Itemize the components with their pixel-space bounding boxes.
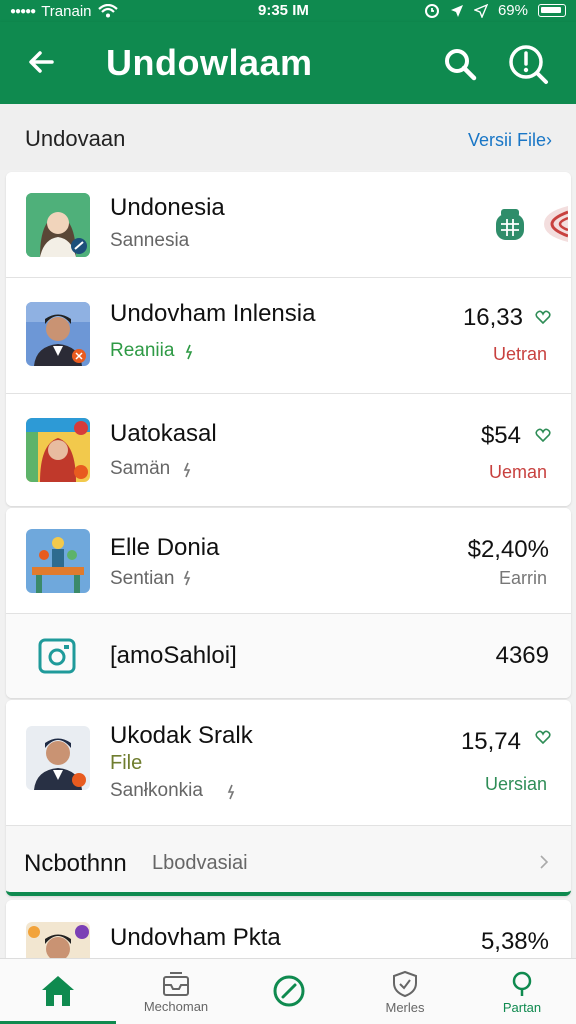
- item-name: [amoSahloi]: [110, 642, 237, 669]
- status-bar: ●●●●● Tranain 9:35 IM 69%: [0, 0, 576, 22]
- section-title: Undovaan: [25, 126, 126, 151]
- item-value: 4369: [495, 642, 549, 669]
- alert-search-icon[interactable]: [506, 42, 550, 86]
- avatar: [26, 302, 90, 366]
- camera-icon: [38, 638, 76, 674]
- compass-icon: [273, 975, 305, 1007]
- nav-mechoman[interactable]: Mechoman: [116, 959, 236, 1024]
- item-name: Undovham Inlensia: [110, 300, 316, 327]
- nav-merles[interactable]: Merles: [342, 959, 468, 1024]
- robot-badge-icon: [496, 209, 524, 240]
- flag-icon: [544, 206, 568, 242]
- trend-icon: [227, 784, 235, 800]
- location-arrow-icon: [450, 4, 463, 17]
- item-extra: File: [110, 752, 143, 774]
- list-item[interactable]: Ukodak Sralk File Sanłkonkia 15,74 Uersi…: [6, 700, 571, 826]
- location-icon: [512, 971, 532, 996]
- item-status: Earrin: [498, 568, 547, 588]
- status-time: 9:35 IM: [258, 2, 309, 19]
- list-item[interactable]: Ncbothnn Lbodvasiai: [6, 826, 571, 892]
- item-name: Undonesia: [110, 194, 225, 221]
- nav-explore[interactable]: [236, 959, 342, 1024]
- item-value: 5,38%: [480, 928, 549, 955]
- home-icon: [42, 976, 74, 1006]
- back-arrow-icon[interactable]: [22, 42, 62, 82]
- nav-label: Mechoman: [143, 998, 209, 1014]
- list-card: Elle Donia Sentian $2,40% Earrin [amoSah…: [6, 508, 571, 698]
- item-subtitle: Samän: [110, 458, 171, 479]
- shield-icon: [393, 970, 417, 997]
- item-name: Elle Donia: [110, 534, 220, 561]
- item-name: Uatokasal: [110, 420, 217, 447]
- item-name: Ukodak Sralk: [110, 722, 253, 749]
- item-status: Ueman: [488, 462, 547, 482]
- list-item[interactable]: Undonesia Sannesia: [6, 172, 571, 278]
- item-value: $2,40%: [467, 536, 549, 563]
- chevron-right-icon[interactable]: [539, 854, 549, 870]
- item-name: Ncbothnn: [24, 850, 127, 877]
- section-header: Undovaan Versii File›: [0, 104, 576, 170]
- nav-label: Partan: [502, 999, 542, 1015]
- avatar: [26, 726, 90, 790]
- list-item[interactable]: Elle Donia Sentian $2,40% Earrin: [6, 508, 571, 614]
- battery-percent: 69%: [497, 2, 528, 19]
- cell-signal-icon: [473, 3, 488, 18]
- avatar: [26, 529, 90, 593]
- heart-icon[interactable]: [535, 310, 551, 324]
- inbox-icon: [163, 971, 189, 996]
- item-value: 16,33: [462, 304, 523, 331]
- battery-icon: [538, 4, 566, 17]
- heart-icon[interactable]: [535, 428, 551, 442]
- nav-home[interactable]: [0, 959, 116, 1024]
- nav-partan[interactable]: Partan: [468, 959, 576, 1024]
- item-subtitle: Sentian: [110, 568, 175, 589]
- item-status: Uersian: [484, 774, 547, 794]
- wifi-icon: [97, 4, 118, 18]
- heart-icon[interactable]: [535, 730, 551, 744]
- nav-label: Merles: [385, 999, 425, 1015]
- item-subtitle: Reaniia: [110, 340, 175, 361]
- list-item[interactable]: Uatokasal Samän $54 Ueman: [6, 394, 571, 506]
- list-item[interactable]: [amoSahloi] 4369: [6, 614, 571, 698]
- section-link[interactable]: Versii File›: [468, 130, 552, 151]
- item-value: $54: [480, 422, 521, 449]
- list-card: Ukodak Sralk File Sanłkonkia 15,74 Uersi…: [6, 700, 571, 896]
- app-title: Undowlaam: [106, 42, 313, 83]
- avatar: [26, 418, 90, 482]
- carrier-label: Tranain: [41, 2, 92, 20]
- trend-icon: [183, 570, 191, 586]
- item-subtitle: Sanłkonkia: [110, 780, 203, 801]
- item-subtitle: Lbodvasiai: [152, 852, 248, 874]
- signal-icon: ●●●●●: [10, 5, 36, 17]
- search-icon[interactable]: [440, 44, 480, 84]
- trend-icon: [185, 344, 193, 360]
- bottom-navigation: Mechoman Merles Partan: [0, 958, 576, 1024]
- list-item[interactable]: Undovham Inlensia Reaniia 16,33 Uetran: [6, 278, 571, 394]
- item-name: Undovham Pkta: [110, 924, 281, 951]
- item-subtitle: Sannesia: [110, 230, 190, 251]
- item-status: Uetran: [492, 344, 547, 364]
- item-value: 15,74: [460, 728, 521, 755]
- trend-icon: [183, 462, 191, 478]
- alarm-icon: [424, 3, 439, 18]
- list-card: Undonesia Sannesia Undovham Inlensia Rea…: [6, 172, 571, 506]
- app-bar: Undowlaam: [0, 22, 576, 104]
- avatar: [26, 193, 90, 257]
